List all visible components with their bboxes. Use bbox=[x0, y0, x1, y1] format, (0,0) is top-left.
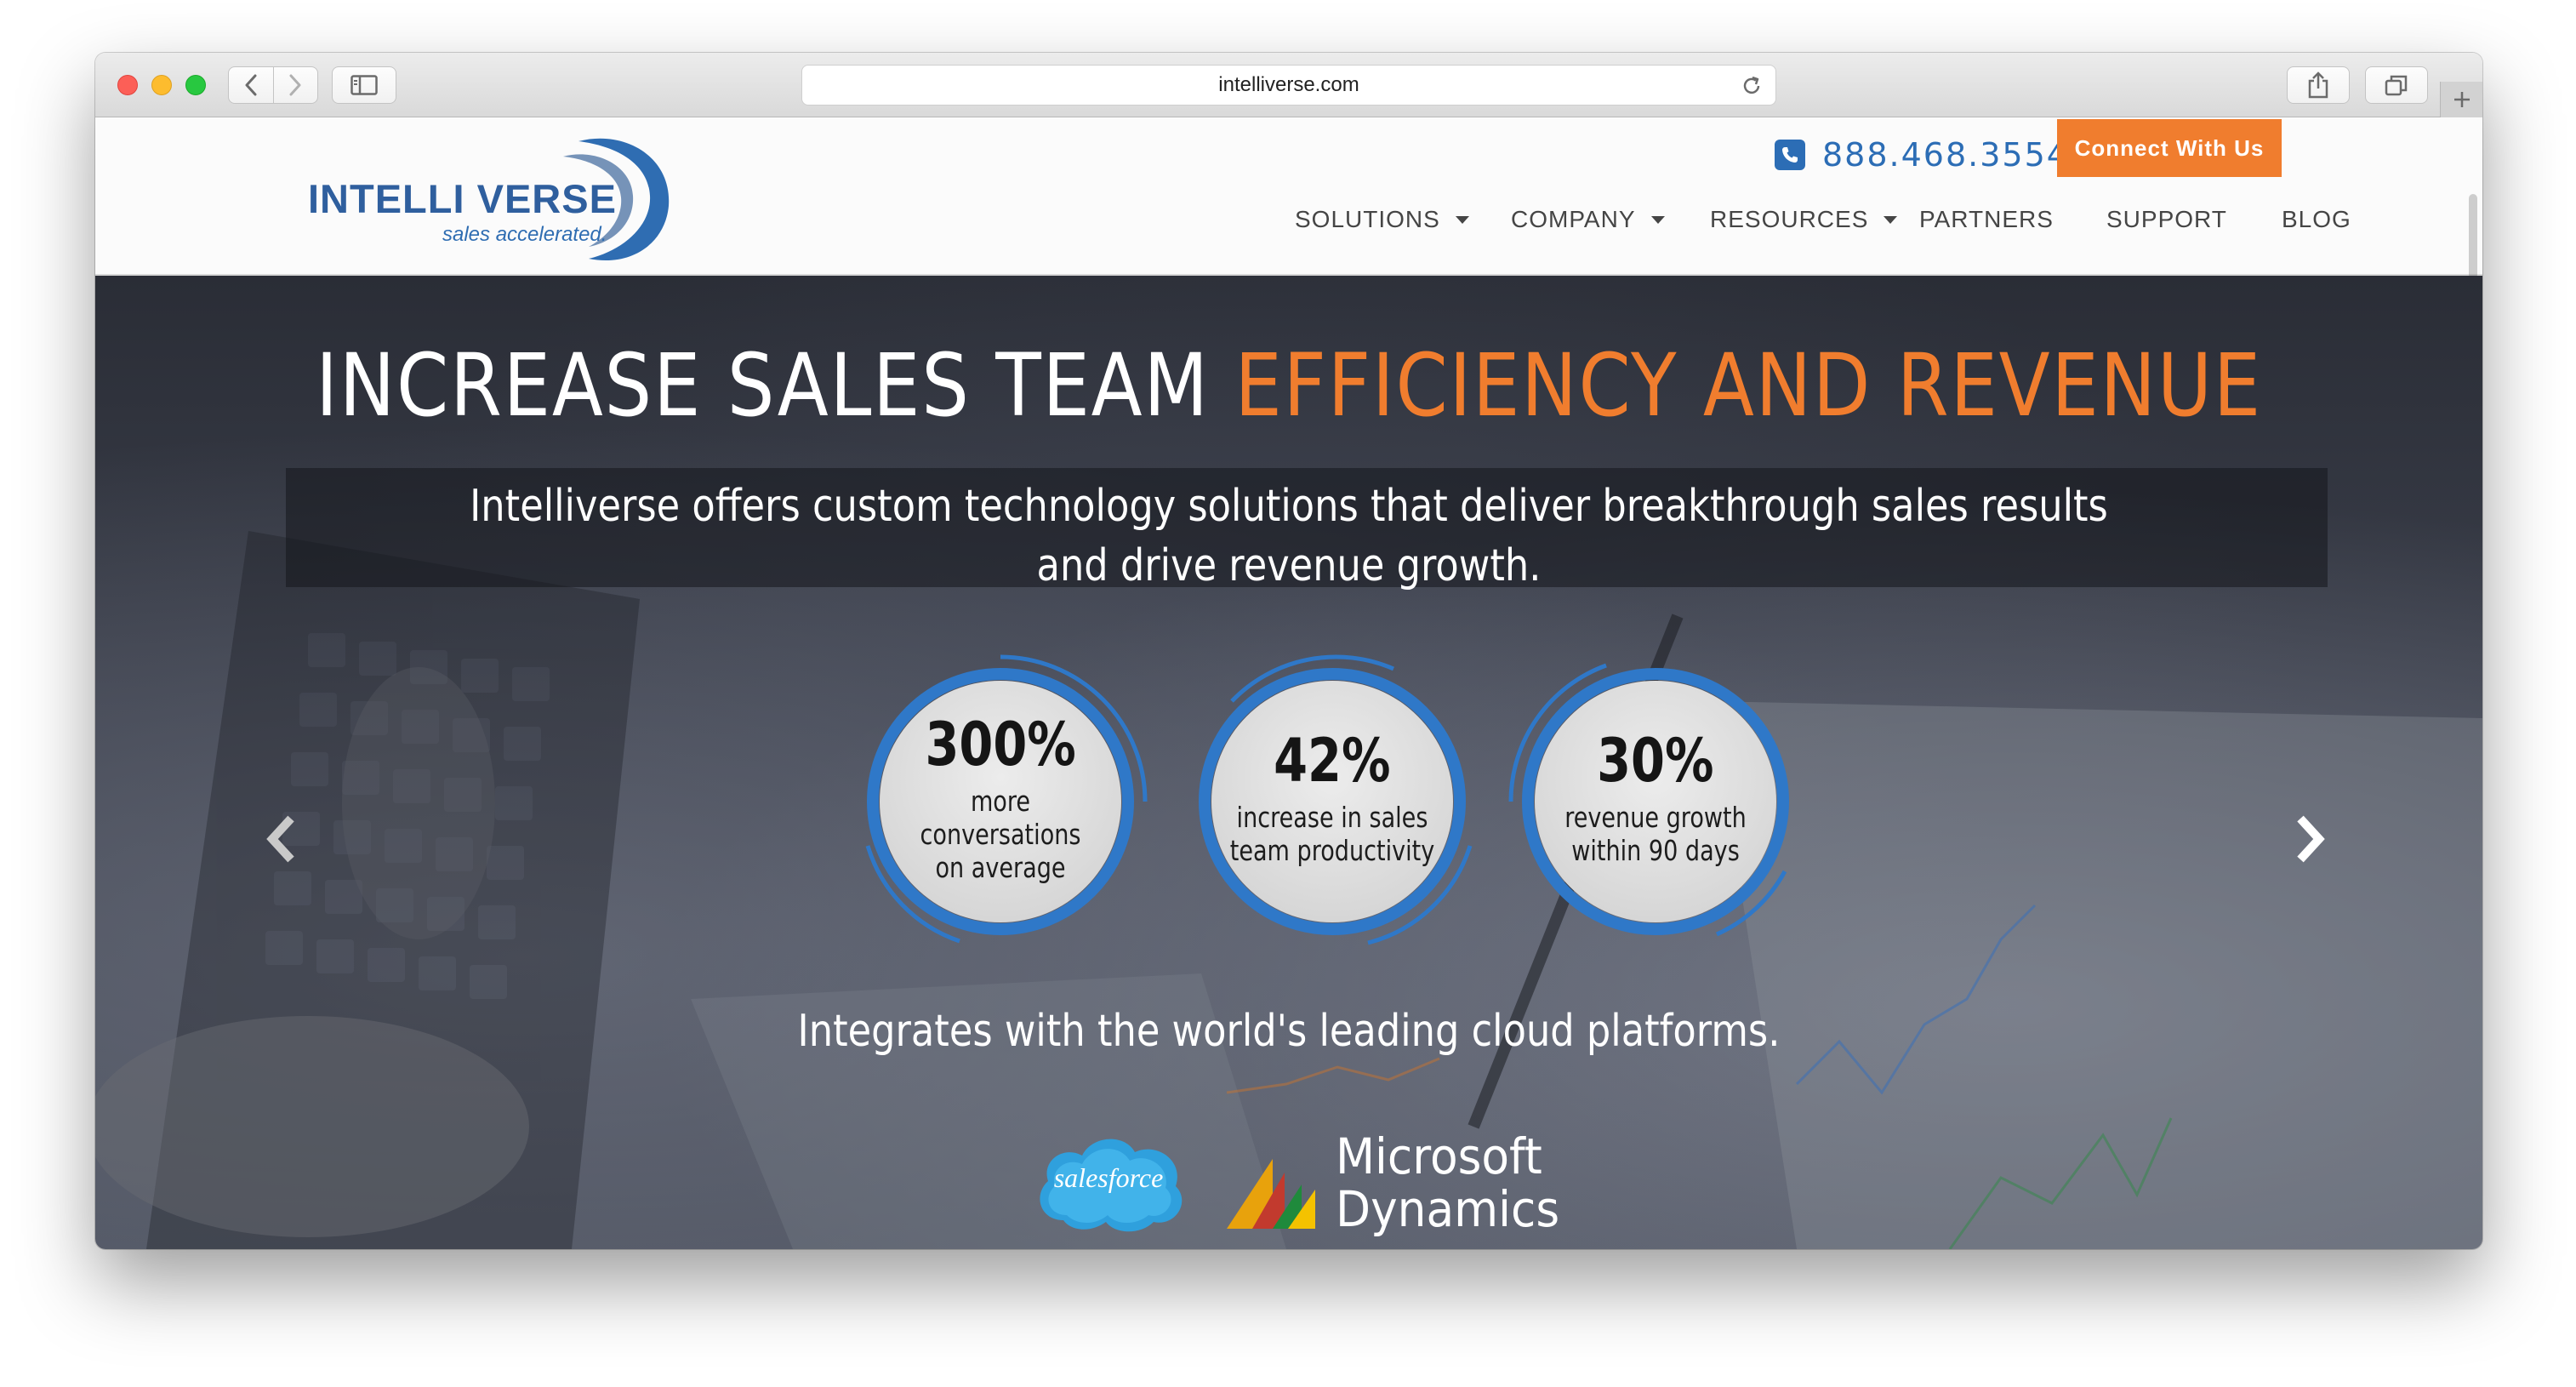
address-bar[interactable]: intelliverse.com bbox=[801, 65, 1776, 106]
nav-item-blog[interactable]: BLOG bbox=[2282, 194, 2351, 245]
share-button[interactable] bbox=[2287, 66, 2350, 104]
nav-item-label: SOLUTIONS bbox=[1295, 206, 1440, 232]
tabs-icon bbox=[2385, 75, 2408, 96]
stat-label: more conversations on average bbox=[920, 784, 1081, 884]
stat-content: 30% revenue growth within 90 days bbox=[1535, 681, 1776, 922]
hero-headline-white: INCREASE SALES TEAM bbox=[316, 335, 1235, 437]
forward-icon bbox=[289, 74, 301, 96]
hero-headline: INCREASE SALES TEAM EFFICIENCY AND REVEN… bbox=[262, 335, 2315, 437]
phone-contact[interactable]: 888.468.3554 bbox=[1775, 131, 2069, 179]
caret-down-icon bbox=[1884, 215, 1898, 224]
chevron-right-icon bbox=[2297, 815, 2325, 863]
stat-value: 42% bbox=[1274, 726, 1391, 796]
new-tab-button[interactable] bbox=[2440, 82, 2482, 117]
stat-content: 42% increase in sales team productivity bbox=[1211, 681, 1453, 922]
nav-item-label: COMPANY bbox=[1511, 206, 1636, 232]
main-navigation: SOLUTIONS COMPANY RESOURCES PARTNERS SUP… bbox=[95, 194, 2482, 245]
share-icon bbox=[2308, 71, 2328, 99]
stat-value: 300% bbox=[925, 709, 1076, 779]
nav-item-label: BLOG bbox=[2282, 206, 2351, 232]
back-button[interactable] bbox=[229, 67, 273, 103]
sidebar-icon bbox=[350, 75, 378, 95]
carousel-prev-button[interactable] bbox=[255, 805, 306, 873]
page-scrollbar[interactable] bbox=[2469, 194, 2477, 279]
site-header: INTELLI VERSE sales accelerated. 888.468… bbox=[95, 117, 2482, 279]
back-icon bbox=[245, 74, 257, 96]
chevron-left-icon bbox=[266, 815, 294, 863]
integrates-text: Integrates with the world's leading clou… bbox=[797, 1006, 1781, 1057]
salesforce-logo[interactable]: salesforce bbox=[1029, 1127, 1188, 1237]
browser-window: intelliverse.com INTELLI VERSE sales acc… bbox=[95, 53, 2482, 1249]
phone-number[interactable]: 888.468.3554 bbox=[1822, 136, 2069, 174]
browser-toolbar: intelliverse.com bbox=[95, 53, 2482, 117]
hero-subheadline-line1: Intelliverse offers custom technology so… bbox=[470, 481, 2108, 532]
minimize-window-button[interactable] bbox=[151, 75, 172, 95]
stat-value: 30% bbox=[1597, 726, 1714, 796]
stat-circle: 30% revenue growth within 90 days bbox=[1504, 650, 1807, 953]
plus-icon bbox=[2453, 92, 2470, 107]
sidebar-toggle-button[interactable] bbox=[332, 66, 396, 104]
forward-button[interactable] bbox=[272, 67, 317, 103]
nav-item-resources[interactable]: RESOURCES bbox=[1710, 194, 1898, 245]
nav-item-label: RESOURCES bbox=[1710, 206, 1869, 232]
reload-icon[interactable] bbox=[1740, 74, 1764, 98]
nav-item-label: PARTNERS bbox=[1919, 206, 2054, 232]
nav-item-support[interactable]: SUPPORT bbox=[2106, 194, 2227, 245]
hero-headline-accent: EFFICIENCY AND REVENUE bbox=[1234, 335, 2262, 437]
hero-subheadline-line2: and drive revenue growth. bbox=[1036, 540, 1542, 591]
microsoft-dynamics-logo[interactable]: Microsoft Dynamics bbox=[1223, 1130, 1581, 1241]
nav-item-company[interactable]: COMPANY bbox=[1511, 194, 1665, 245]
nav-item-solutions[interactable]: SOLUTIONS bbox=[1295, 194, 1469, 245]
salesforce-wordmark: salesforce bbox=[1053, 1162, 1164, 1193]
phone-icon bbox=[1775, 140, 1805, 170]
carousel-next-button[interactable] bbox=[2285, 805, 2336, 873]
stat-circle: 42% increase in sales team productivity bbox=[1181, 650, 1484, 953]
caret-down-icon bbox=[1650, 215, 1665, 224]
hero-subheadline: Intelliverse offers custom technology so… bbox=[262, 477, 2315, 596]
history-nav-group bbox=[228, 66, 318, 104]
close-window-button[interactable] bbox=[117, 75, 138, 95]
hero-slider: INCREASE SALES TEAM EFFICIENCY AND REVEN… bbox=[95, 276, 2482, 1249]
nav-item-partners[interactable]: PARTNERS bbox=[1919, 194, 2054, 245]
show-tabs-button[interactable] bbox=[2365, 66, 2428, 104]
microsoft-dynamics-wordmark: Microsoft Dynamics bbox=[1336, 1127, 1560, 1238]
nav-item-label: SUPPORT bbox=[2106, 206, 2227, 232]
dynamics-mark-icon bbox=[1227, 1159, 1315, 1229]
stat-label: increase in sales team productivity bbox=[1229, 801, 1435, 867]
connect-with-us-button[interactable]: Connect With Us bbox=[2057, 119, 2282, 177]
address-bar-url: intelliverse.com bbox=[1218, 73, 1359, 96]
stat-circle: 300% more conversations on average bbox=[849, 650, 1152, 953]
stat-content: 300% more conversations on average bbox=[880, 681, 1121, 922]
stat-label: revenue growth within 90 days bbox=[1564, 801, 1747, 867]
zoom-window-button[interactable] bbox=[185, 75, 206, 95]
caret-down-icon bbox=[1455, 215, 1469, 224]
